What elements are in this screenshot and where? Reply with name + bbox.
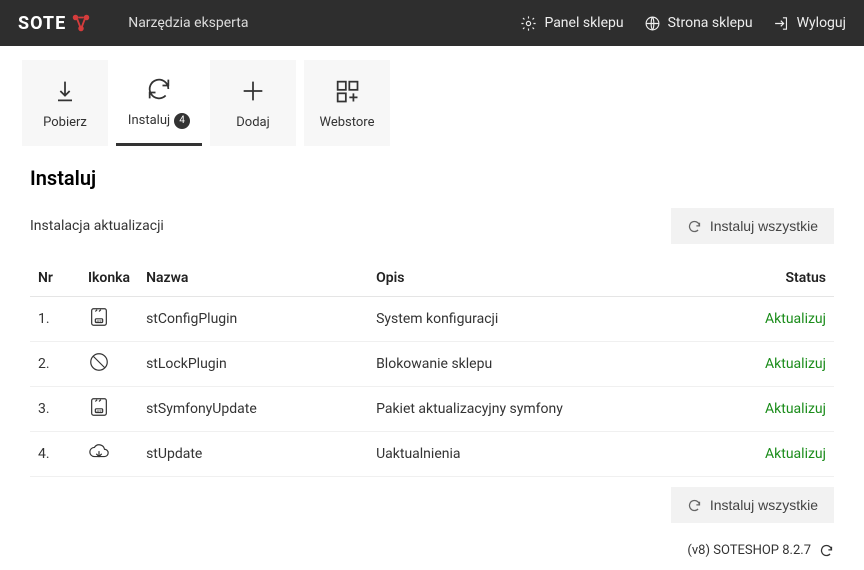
install-all-label: Instaluj wszystkie xyxy=(710,497,818,513)
update-link[interactable]: Aktualizuj xyxy=(765,401,826,417)
logo[interactable]: SOTE xyxy=(18,12,92,34)
header-subtitle: Narzędzia eksperta xyxy=(128,15,248,31)
download-icon xyxy=(51,77,79,105)
updates-table: Nr Ikonka Nazwa Opis Status 1. APP stConfi… xyxy=(30,260,834,477)
update-link[interactable]: Aktualizuj xyxy=(765,446,826,462)
cell-icon xyxy=(80,432,138,477)
cell-icon xyxy=(80,342,138,387)
update-link[interactable]: Aktualizuj xyxy=(765,356,826,372)
svg-text:APP: APP xyxy=(96,409,102,413)
tab-instaluj-badge: 4 xyxy=(174,113,190,129)
th-opis: Opis xyxy=(368,260,706,297)
tab-instaluj[interactable]: Instaluj 4 xyxy=(116,60,202,146)
install-all-button-top[interactable]: Instaluj wszystkie xyxy=(671,208,834,244)
table-row: 4. stUpdateUaktualnienia Aktualizuj xyxy=(30,432,834,477)
ban-icon xyxy=(88,361,110,377)
cell-desc: System konfiguracji xyxy=(368,297,706,342)
refresh-icon xyxy=(687,498,702,513)
install-all-button-bottom[interactable]: Instaluj wszystkie xyxy=(671,487,834,523)
page-subtitle: Instalacja aktualizacji xyxy=(30,218,164,234)
refresh-icon xyxy=(145,75,173,103)
content: Instaluj Instalacja aktualizacji Instalu… xyxy=(0,146,864,533)
th-nr: Nr xyxy=(30,260,80,297)
app-icon: APP xyxy=(88,406,110,422)
grid-plus-icon xyxy=(333,77,361,105)
table-row: 2. stLockPluginBlokowanie sklepu Aktualizu… xyxy=(30,342,834,387)
cell-name: stUpdate xyxy=(138,432,368,477)
tab-pobierz[interactable]: Pobierz xyxy=(22,60,108,146)
cloud-icon xyxy=(88,451,110,467)
globe-icon xyxy=(644,15,661,32)
cell-nr: 1. xyxy=(30,297,80,342)
tab-pobierz-label: Pobierz xyxy=(43,115,87,130)
version-text: (v8) SOTESHOP 8.2.7 xyxy=(687,543,811,558)
logout-link-label: Wyloguj xyxy=(797,15,846,31)
strona-link[interactable]: Strona sklepu xyxy=(644,15,753,32)
cell-desc: Uaktualnienia xyxy=(368,432,706,477)
install-all-label: Instaluj wszystkie xyxy=(710,218,818,234)
version-footer: (v8) SOTESHOP 8.2.7 xyxy=(0,533,864,570)
cell-desc: Pakiet aktualizacyjny symfony xyxy=(368,387,706,432)
cell-icon: APP xyxy=(80,297,138,342)
cell-icon: APP xyxy=(80,387,138,432)
cell-desc: Blokowanie sklepu xyxy=(368,342,706,387)
cell-nr: 2. xyxy=(30,342,80,387)
cell-nr: 4. xyxy=(30,432,80,477)
tabs: Pobierz Instaluj 4 Dodaj Webstore xyxy=(0,46,864,146)
gear-icon xyxy=(520,15,537,32)
panel-link-label: Panel sklepu xyxy=(544,15,623,31)
page-title: Instaluj xyxy=(30,166,834,190)
tab-dodaj[interactable]: Dodaj xyxy=(210,60,296,146)
tab-webstore[interactable]: Webstore xyxy=(304,60,390,146)
refresh-icon xyxy=(687,219,702,234)
tab-instaluj-label: Instaluj xyxy=(128,113,170,128)
panel-link[interactable]: Panel sklepu xyxy=(520,15,623,32)
cell-nr: 3. xyxy=(30,387,80,432)
app-icon: APP xyxy=(88,316,110,332)
update-link[interactable]: Aktualizuj xyxy=(765,311,826,327)
th-nazwa: Nazwa xyxy=(138,260,368,297)
cell-name: stLockPlugin xyxy=(138,342,368,387)
logout-link[interactable]: Wyloguj xyxy=(773,15,846,32)
logo-icon xyxy=(70,12,92,34)
th-ikonka: Ikonka xyxy=(80,260,138,297)
logout-icon xyxy=(773,15,790,32)
table-row: 1. APP stConfigPluginSystem konfiguracji Ak… xyxy=(30,297,834,342)
strona-link-label: Strona sklepu xyxy=(668,15,753,31)
tab-dodaj-label: Dodaj xyxy=(236,115,269,130)
tab-webstore-label: Webstore xyxy=(320,115,375,130)
logo-text: SOTE xyxy=(18,13,66,34)
refresh-icon[interactable] xyxy=(819,543,834,558)
topbar: SOTE Narzędzia eksperta Panel sklepu Str… xyxy=(0,0,864,46)
plus-icon xyxy=(239,77,267,105)
table-row: 3. APP stSymfonyUpdatePakiet aktualizacyjn… xyxy=(30,387,834,432)
cell-name: stSymfonyUpdate xyxy=(138,387,368,432)
svg-text:APP: APP xyxy=(96,319,102,323)
th-status: Status xyxy=(706,260,834,297)
cell-name: stConfigPlugin xyxy=(138,297,368,342)
